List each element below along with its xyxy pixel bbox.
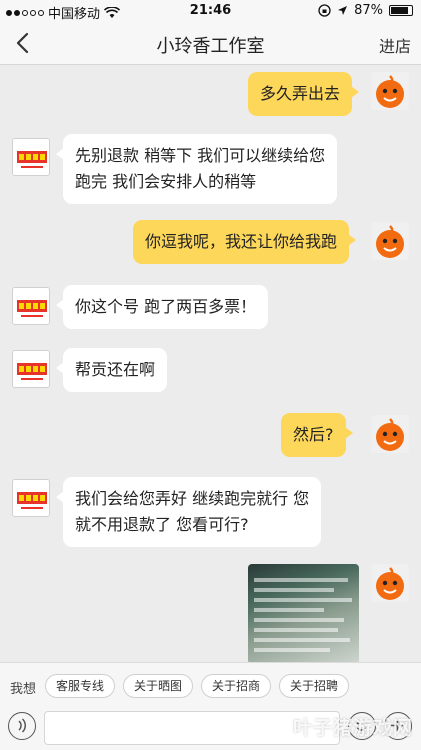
smiley-icon (356, 721, 367, 731)
shop-avatar[interactable] (12, 138, 50, 176)
message-text: 你这个号 跑了两百多票！ (75, 297, 257, 316)
my-message-bubble[interactable]: 然后? (281, 413, 352, 457)
shop-avatar[interactable] (12, 479, 50, 517)
shop-message-bubble[interactable]: 先别退款 稍等下 我们可以继续给您 跑完 我们会安排人的稍等 (55, 134, 338, 204)
my-avatar[interactable] (371, 72, 409, 110)
voice-icon (18, 718, 27, 733)
quick-reply-about-investment[interactable]: 关于招商 (201, 674, 272, 698)
chat-area[interactable]: 多久弄出去 先别退款 稍等下 我们可以继续给您 跑完 我们会安排人的稍等 你逗我… (0, 66, 421, 662)
quick-reply-label: 我想 (10, 682, 37, 697)
message-text: 然后? (293, 425, 334, 444)
location-arrow-icon (338, 6, 348, 15)
plus-icon (391, 719, 404, 732)
message-input[interactable] (44, 711, 340, 745)
quick-reply-about-recruitment[interactable]: 关于招聘 (279, 674, 350, 698)
battery-icon (389, 5, 413, 16)
quick-reply-customer-service[interactable]: 客服专线 (45, 674, 116, 698)
nav-bar: 小玲香工作室 进店 (0, 22, 421, 65)
input-row (0, 707, 421, 750)
message-text: 多久弄出去 (260, 84, 341, 103)
message-text-line: 就不用退款了 您看可行? (75, 515, 249, 534)
my-avatar[interactable] (371, 564, 409, 602)
more-button[interactable] (384, 712, 412, 740)
my-avatar[interactable] (371, 222, 409, 260)
battery-percent: 87% (354, 3, 383, 18)
status-right: 87% (318, 3, 413, 18)
orange-mascot-icon (376, 418, 404, 451)
shop-logo-icon (13, 139, 49, 175)
shop-avatar[interactable] (12, 350, 50, 388)
my-avatar[interactable] (371, 415, 409, 453)
shop-message-bubble[interactable]: 帮贡还在啊 (55, 348, 168, 392)
rotation-lock-icon (318, 4, 331, 17)
message-text-line: 先别退款 稍等下 我们可以继续给您 (75, 146, 326, 165)
shop-logo-icon (13, 480, 49, 516)
bottom-toolbar: 我想 客服专线 关于晒图 关于招商 关于招聘 叶子猪游戏网 (0, 662, 421, 750)
orange-mascot-icon (376, 225, 404, 258)
orange-mascot-icon (376, 75, 404, 108)
shop-message-bubble[interactable]: 我们会给您弄好 继续跑完就行 您 就不用退款了 您看可行? (55, 477, 322, 547)
shop-logo-icon (13, 351, 49, 387)
shop-logo-icon (13, 288, 49, 324)
orange-mascot-icon (376, 567, 404, 600)
voice-button[interactable] (8, 712, 36, 740)
my-image-message[interactable] (248, 564, 359, 662)
emoji-button[interactable] (348, 712, 376, 740)
status-bar: 中国移动 21:46 87% (0, 0, 421, 22)
page-title: 小玲香工作室 (156, 36, 265, 57)
shop-avatar[interactable] (12, 287, 50, 325)
message-text-line: 我们会给您弄好 继续跑完就行 您 (75, 489, 310, 508)
shop-message-bubble[interactable]: 你这个号 跑了两百多票！ (55, 285, 269, 329)
my-message-bubble[interactable]: 多久弄出去 (248, 72, 360, 116)
message-text: 你逗我呢，我还让你给我跑 (145, 232, 338, 251)
message-text: 帮贡还在啊 (75, 360, 156, 379)
enter-shop-button[interactable]: 进店 (379, 33, 411, 57)
message-text-line: 跑完 我们会安排人的稍等 (75, 172, 257, 191)
my-message-bubble[interactable]: 你逗我呢，我还让你给我跑 (133, 220, 357, 264)
quick-reply-about-photos[interactable]: 关于晒图 (123, 674, 194, 698)
